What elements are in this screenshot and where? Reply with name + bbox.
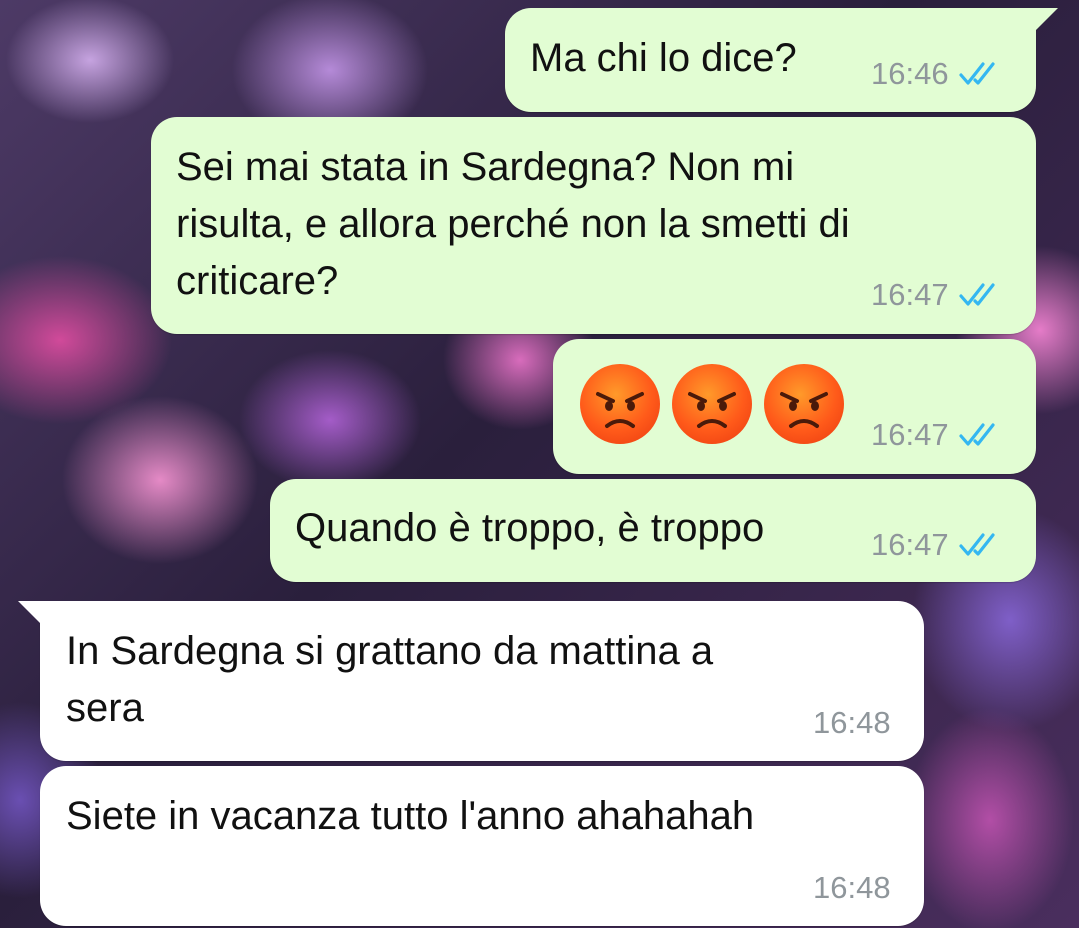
read-ticks-icon [958, 60, 1001, 88]
outgoing-message[interactable]: Sei mai stata in Sardegna? Non mi risult… [151, 117, 1036, 334]
angry-face-icon [672, 364, 752, 444]
message-meta: 16:48 [813, 870, 891, 906]
message-time: 16:47 [871, 527, 949, 562]
incoming-message[interactable]: In Sardegna si grattano da mattina a ser… [18, 601, 924, 761]
angry-face-icon [764, 364, 844, 444]
message-text: Siete in vacanza tutto l'anno ahahahah [66, 794, 755, 838]
angry-face-icon [580, 364, 660, 444]
read-ticks-icon [958, 281, 1001, 309]
message-meta: 16:48 [813, 705, 891, 741]
emoji-row [580, 364, 844, 444]
outgoing-message[interactable]: Quando è troppo, è troppo 16:47 [270, 479, 1036, 582]
incoming-message[interactable]: Siete in vacanza tutto l'anno ahahahah 1… [40, 766, 924, 926]
message-text: In Sardegna si grattano da mattina a ser… [66, 629, 714, 730]
message-text: Sei mai stata in Sardegna? Non mi risult… [176, 145, 850, 303]
message-meta: 16:47 [871, 277, 1001, 313]
message-time: 16:47 [871, 277, 949, 312]
bubble-tail [18, 601, 40, 623]
read-ticks-icon [958, 421, 1001, 449]
read-ticks-icon [958, 531, 1001, 559]
message-text: Quando è troppo, è troppo [295, 506, 765, 550]
message-meta: 16:47 [871, 527, 1001, 563]
message-text: Ma chi lo dice? [530, 36, 797, 80]
message-time: 16:46 [871, 56, 949, 91]
bubble-tail [1036, 8, 1058, 30]
outgoing-message[interactable]: Ma chi lo dice? 16:46 [505, 8, 1058, 112]
outgoing-message[interactable]: 16:47 [553, 339, 1036, 474]
message-meta: 16:46 [871, 56, 1001, 92]
message-time: 16:48 [813, 705, 891, 740]
message-time: 16:48 [813, 870, 891, 905]
message-meta: 16:47 [871, 417, 1001, 453]
message-time: 16:47 [871, 417, 949, 452]
